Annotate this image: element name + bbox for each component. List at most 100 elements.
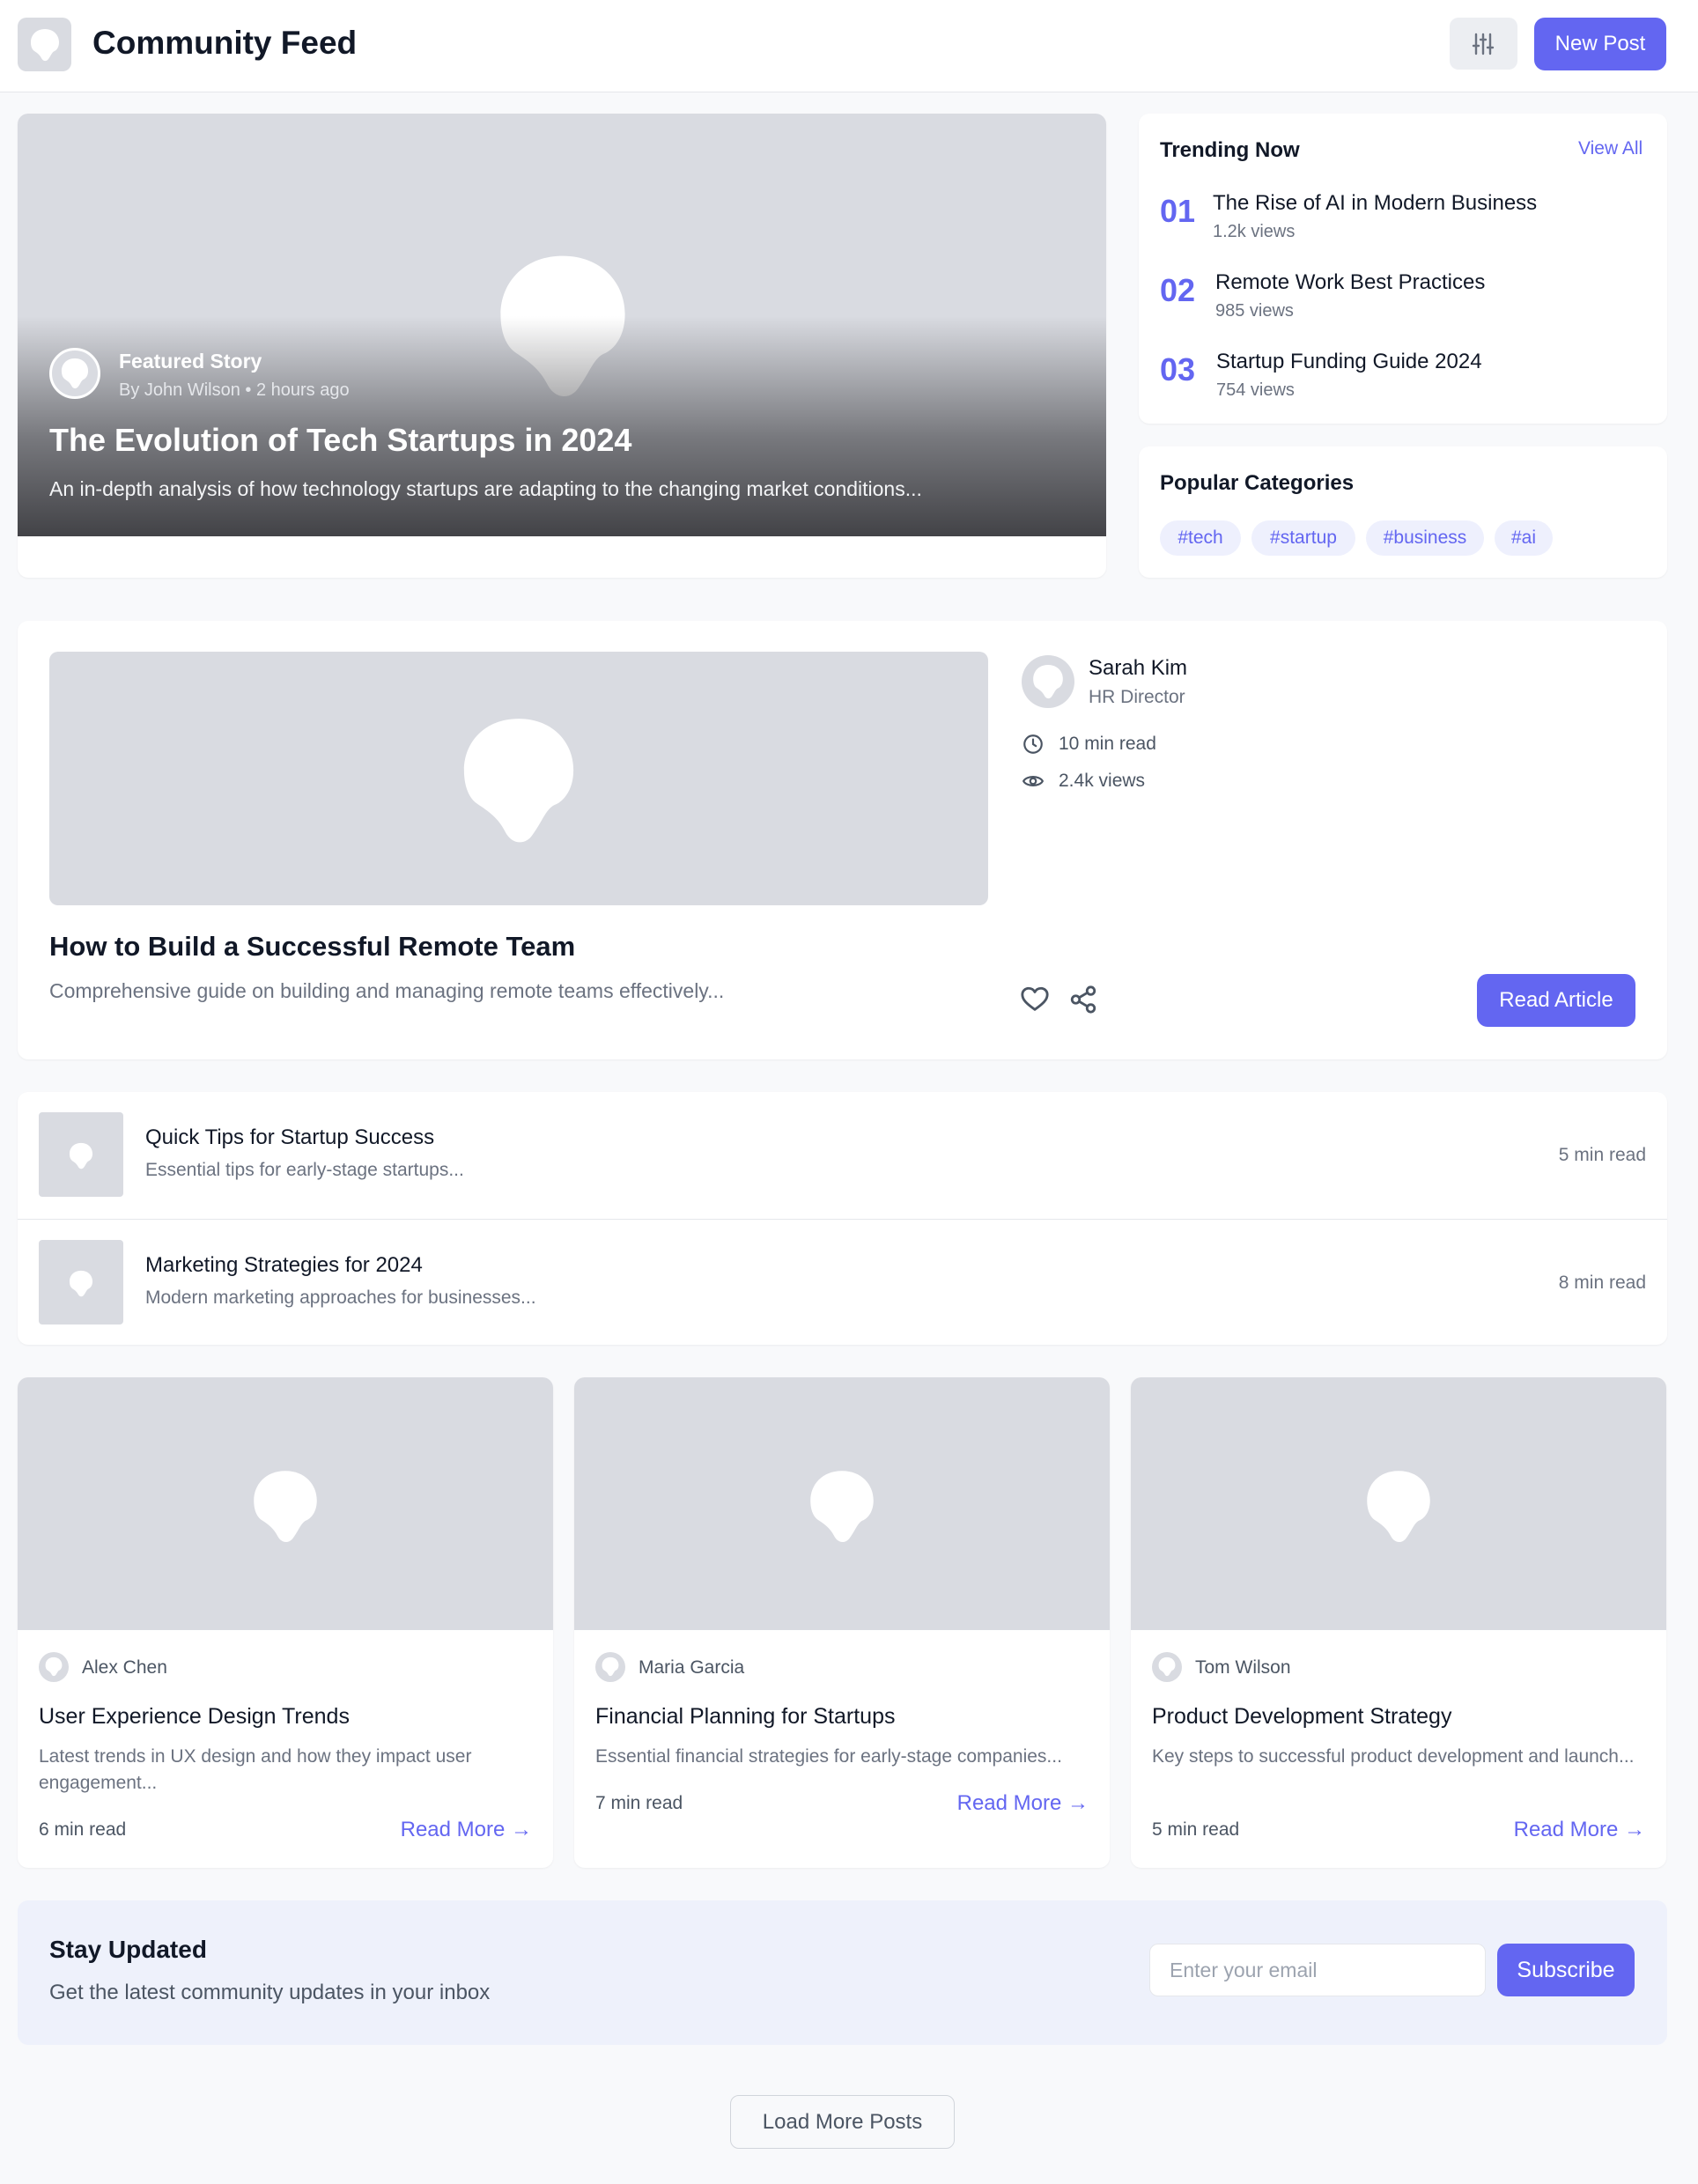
list-item-read-time: 5 min read bbox=[1558, 1145, 1646, 1165]
post-title[interactable]: User Experience Design Trends bbox=[39, 1704, 350, 1730]
article-image[interactable] bbox=[49, 652, 988, 905]
category-tag[interactable]: #business bbox=[1366, 520, 1484, 556]
trending-item-views: 1.2k views bbox=[1213, 222, 1296, 241]
read-more-link[interactable]: Read More → bbox=[957, 1791, 1089, 1816]
category-tag[interactable]: #startup bbox=[1251, 520, 1355, 556]
author-role: HR Director bbox=[1089, 687, 1185, 707]
avatar-placeholder-icon bbox=[45, 1656, 63, 1677]
post-author[interactable]: Maria Garcia bbox=[639, 1657, 744, 1679]
post-thumbnail bbox=[39, 1112, 123, 1197]
trending-item-views: 754 views bbox=[1216, 380, 1295, 400]
post-image[interactable] bbox=[18, 1377, 553, 1630]
list-item-description: Modern marketing approaches for business… bbox=[145, 1288, 536, 1308]
avatar-placeholder-icon bbox=[602, 1656, 619, 1677]
list-item-read-time: 8 min read bbox=[1558, 1273, 1646, 1293]
trending-panel: Trending Now View All 01 The Rise of AI … bbox=[1139, 114, 1667, 424]
eye-icon bbox=[1022, 776, 1045, 786]
category-tag[interactable]: #tech bbox=[1160, 520, 1241, 556]
post-author[interactable]: Tom Wilson bbox=[1195, 1657, 1291, 1679]
article-title[interactable]: How to Build a Successful Remote Team bbox=[49, 931, 575, 963]
avatar-placeholder-icon bbox=[1158, 1656, 1176, 1677]
article-description: Comprehensive guide on building and mana… bbox=[49, 979, 725, 1002]
image-placeholder-icon bbox=[463, 719, 574, 843]
list-item[interactable]: Marketing Strategies for 2024 Modern mar… bbox=[18, 1220, 1667, 1347]
post-read-time: 5 min read bbox=[1152, 1819, 1240, 1840]
newsletter-subtitle: Get the latest community updates in your… bbox=[49, 1981, 491, 2004]
author-name[interactable]: Sarah Kim bbox=[1089, 656, 1187, 681]
trending-item[interactable]: 01 The Rise of AI in Modern Business 1.2… bbox=[1160, 191, 1653, 253]
featured-description: An in-depth analysis of how technology s… bbox=[49, 477, 922, 500]
post-author[interactable]: Alex Chen bbox=[82, 1657, 167, 1679]
new-post-button[interactable]: New Post bbox=[1534, 18, 1666, 70]
subscribe-button[interactable]: Subscribe bbox=[1497, 1944, 1635, 1996]
avatar[interactable] bbox=[1152, 1652, 1182, 1682]
read-more-link[interactable]: Read More → bbox=[1514, 1818, 1645, 1842]
avatar-placeholder-icon bbox=[61, 358, 89, 389]
categories-title: Popular Categories bbox=[1160, 471, 1355, 495]
list-item[interactable]: Quick Tips for Startup Success Essential… bbox=[18, 1092, 1667, 1220]
avatar[interactable] bbox=[39, 1652, 69, 1682]
read-more-link[interactable]: Read More → bbox=[401, 1818, 532, 1842]
top-header: Community Feed New Post bbox=[0, 0, 1698, 92]
post-card: Alex Chen User Experience Design Trends … bbox=[18, 1377, 553, 1868]
avatar[interactable] bbox=[49, 348, 100, 399]
post-read-time: 7 min read bbox=[595, 1793, 683, 1813]
newsletter-panel: Stay Updated Get the latest community up… bbox=[18, 1900, 1667, 2045]
category-tag[interactable]: #ai bbox=[1495, 520, 1553, 556]
post-title[interactable]: Product Development Strategy bbox=[1152, 1704, 1451, 1730]
list-item-title: Quick Tips for Startup Success bbox=[145, 1125, 435, 1149]
post-image[interactable] bbox=[1131, 1377, 1666, 1630]
article-card: How to Build a Successful Remote Team Co… bbox=[18, 621, 1667, 1059]
newsletter-title: Stay Updated bbox=[49, 1936, 207, 1963]
list-item-title: Marketing Strategies for 2024 bbox=[145, 1253, 423, 1277]
email-field[interactable] bbox=[1149, 1944, 1486, 1996]
view-all-link[interactable]: View All bbox=[1578, 138, 1643, 159]
image-placeholder-icon bbox=[69, 1142, 93, 1169]
image-placeholder-icon bbox=[254, 1471, 317, 1543]
trending-item-title: Remote Work Best Practices bbox=[1215, 270, 1486, 294]
image-placeholder-icon bbox=[31, 29, 59, 62]
read-time-text: 10 min read bbox=[1059, 734, 1156, 754]
trending-rank: 01 bbox=[1160, 193, 1196, 229]
post-description: Essential financial strategies for early… bbox=[595, 1746, 1062, 1767]
trending-item-title: Startup Funding Guide 2024 bbox=[1216, 350, 1482, 373]
post-description: Key steps to successful product developm… bbox=[1152, 1746, 1635, 1767]
image-placeholder-icon bbox=[1367, 1471, 1430, 1543]
post-image[interactable] bbox=[574, 1377, 1110, 1630]
trending-rank: 03 bbox=[1160, 351, 1196, 387]
like-button[interactable] bbox=[1020, 985, 1052, 1016]
featured-label: Featured Story bbox=[119, 350, 262, 373]
featured-story-card[interactable]: Featured Story By John Wilson • 2 hours … bbox=[18, 114, 1106, 578]
post-title[interactable]: Financial Planning for Startups bbox=[595, 1704, 895, 1730]
avatar-placeholder-icon bbox=[1033, 665, 1063, 699]
post-description: Latest trends in UX design and how they … bbox=[39, 1746, 472, 1793]
page-title: Community Feed bbox=[92, 25, 358, 61]
featured-title[interactable]: The Evolution of Tech Startups in 2024 bbox=[49, 422, 631, 459]
trending-item-views: 985 views bbox=[1215, 301, 1294, 321]
load-more-button[interactable]: Load More Posts bbox=[730, 2095, 955, 2149]
heart-icon bbox=[1021, 986, 1049, 1011]
filter-button[interactable] bbox=[1450, 18, 1517, 70]
post-card: Tom Wilson Product Development Strategy … bbox=[1131, 1377, 1666, 1868]
trending-rank: 02 bbox=[1160, 272, 1196, 308]
share-button[interactable] bbox=[1068, 985, 1100, 1016]
trending-title: Trending Now bbox=[1160, 138, 1300, 162]
image-placeholder-icon bbox=[810, 1471, 874, 1543]
share-icon bbox=[1070, 985, 1096, 1014]
post-list: Quick Tips for Startup Success Essential… bbox=[18, 1092, 1667, 1345]
post-card: Maria Garcia Financial Planning for Star… bbox=[574, 1377, 1110, 1868]
read-article-button[interactable]: Read Article bbox=[1477, 974, 1635, 1027]
post-thumbnail bbox=[39, 1240, 123, 1324]
trending-item-title: The Rise of AI in Modern Business bbox=[1213, 191, 1538, 215]
featured-meta: By John Wilson • 2 hours ago bbox=[119, 380, 350, 400]
post-read-time: 6 min read bbox=[39, 1819, 127, 1840]
image-placeholder-icon bbox=[69, 1270, 93, 1297]
popular-categories-panel: Popular Categories #tech #startup #busin… bbox=[1139, 446, 1667, 578]
avatar[interactable] bbox=[1022, 655, 1074, 708]
avatar[interactable] bbox=[595, 1652, 625, 1682]
trending-item[interactable]: 02 Remote Work Best Practices 985 views bbox=[1160, 270, 1653, 332]
trending-item[interactable]: 03 Startup Funding Guide 2024 754 views bbox=[1160, 350, 1653, 411]
app-logo[interactable] bbox=[18, 18, 71, 71]
list-item-description: Essential tips for early-stage startups.… bbox=[145, 1160, 464, 1180]
clock-icon bbox=[1023, 734, 1043, 754]
